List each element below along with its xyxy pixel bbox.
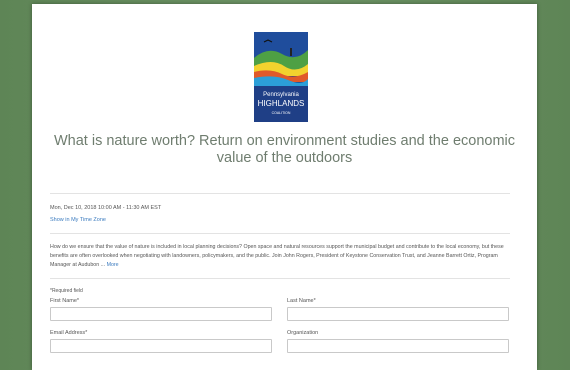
- registration-card: Pennsylvania HIGHLANDS COALITION What is…: [32, 4, 537, 370]
- show-in-my-time-zone-link[interactable]: Show in My Time Zone: [50, 217, 106, 223]
- divider-top: [50, 193, 510, 194]
- event-description: How do we ensure that the value of natur…: [50, 243, 515, 270]
- organization-input[interactable]: [287, 339, 509, 353]
- email-address-label: Email Address*: [50, 330, 88, 336]
- organization-label: Organization: [287, 330, 319, 336]
- logo-line2: HIGHLANDS: [258, 99, 305, 108]
- last-name-label: Last Name*: [287, 298, 316, 304]
- logo-line1: Pennsylvania: [263, 92, 299, 98]
- pennsylvania-highlands-logo: Pennsylvania HIGHLANDS COALITION: [254, 32, 308, 122]
- divider-middle: [50, 233, 510, 234]
- first-name-label: First Name*: [50, 298, 80, 304]
- logo-line3: COALITION: [272, 111, 291, 115]
- divider-bottom: [50, 278, 510, 279]
- event-date: Mon, Dec 10, 2018 10:00 AM - 11:30 AM ES…: [50, 205, 162, 211]
- email-address-input[interactable]: [50, 339, 272, 353]
- required-field-note: *Required field: [50, 288, 83, 294]
- more-link[interactable]: More: [107, 262, 119, 268]
- last-name-input[interactable]: [287, 307, 509, 321]
- first-name-input[interactable]: [50, 307, 272, 321]
- event-title: What is nature worth? Return on environm…: [53, 133, 516, 166]
